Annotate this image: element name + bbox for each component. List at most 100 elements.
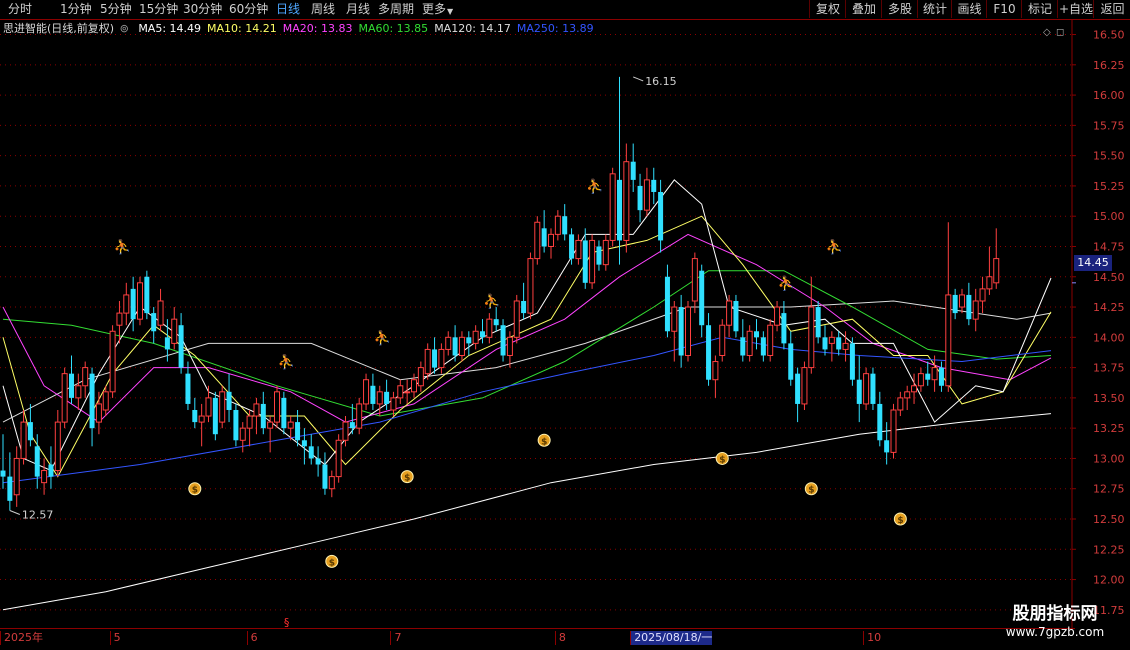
candle-body-down [260, 403, 266, 429]
candle-body-down [596, 246, 602, 265]
candle-body-down [938, 367, 944, 386]
candle-body-up [945, 294, 952, 387]
candle-body-down [637, 185, 643, 211]
candle-body-up [458, 336, 465, 356]
period-tab-9[interactable]: 多周期 [378, 1, 414, 17]
candle-body-up [376, 391, 383, 405]
candle-body-up [274, 391, 280, 423]
toolbar-button-8[interactable]: 返回 [1093, 0, 1130, 18]
period-tab-0[interactable]: 分时 [8, 1, 32, 17]
person-signal-icon: ⛹ [778, 274, 795, 292]
period-tab-10[interactable]: 更多 [422, 1, 446, 17]
candle-body-down [521, 300, 527, 314]
candle-body-up [897, 397, 904, 411]
y-tick-label: 15.00 [1093, 210, 1125, 223]
candle-body-down [27, 422, 33, 441]
period-tab-8[interactable]: 月线 [346, 1, 370, 17]
candle-body-up [911, 385, 918, 393]
candlestick-chart[interactable]: 16.50 16.25 16.00 15.75 15.50 15.25 15.00 14.75… [0, 20, 1130, 628]
candle-body-up [102, 391, 109, 411]
candle-body-up [41, 470, 48, 484]
candle-body-down [699, 270, 705, 326]
period-tab-7[interactable]: 周线 [311, 1, 335, 17]
candle-body-up [609, 173, 616, 241]
candle-body-up [61, 373, 68, 423]
candle-body-down [541, 228, 547, 247]
toolbar-button-6[interactable]: 标记 [1021, 0, 1058, 18]
person-signal-icon: ⛹ [374, 328, 391, 346]
price-annotation: 16.15 [645, 75, 677, 88]
candle-body-down [7, 476, 13, 501]
candle-body-up [287, 421, 294, 429]
candle-body-up [205, 397, 212, 417]
period-tab-5[interactable]: 60分钟 [229, 1, 268, 17]
candle-body-down [178, 325, 184, 368]
candle-body-up [746, 330, 753, 356]
toolbar-button-4[interactable]: 画线 [951, 0, 987, 18]
toolbar-button-1[interactable]: 叠加 [845, 0, 882, 18]
candle-body-up [726, 300, 733, 326]
y-tick-label: 15.25 [1093, 180, 1125, 193]
y-tick-label: 12.50 [1093, 513, 1125, 526]
candle-body-down [452, 337, 458, 356]
period-tab-4[interactable]: 30分钟 [183, 1, 222, 17]
toolbar-button-0[interactable]: 复权 [809, 0, 846, 18]
candle-body-up [842, 342, 849, 350]
money-bag-symbol: $ [808, 486, 814, 496]
candle-body-up [20, 421, 27, 459]
candle-body-up [959, 294, 965, 308]
candle-body-down [952, 294, 958, 314]
candle-body-down [233, 409, 239, 441]
x-axis-label: 7 [390, 631, 401, 645]
candle-body-down [822, 337, 828, 350]
candle-body-down [432, 349, 438, 368]
x-axis-label[interactable]: 2025/08/18/一 [630, 631, 713, 645]
candle-body-up [506, 336, 513, 356]
toolbar-button-3[interactable]: 统计 [917, 0, 952, 18]
toolbar-button-2[interactable]: 多股 [881, 0, 918, 18]
money-bag-symbol: $ [719, 455, 725, 465]
candle-body-down [664, 276, 670, 332]
candle-body-up [801, 367, 808, 405]
x-axis-label: 10 [863, 631, 881, 645]
more-dropdown-icon[interactable]: ▼ [447, 4, 453, 20]
money-bag-symbol: $ [897, 516, 903, 526]
candle-body-down [322, 464, 328, 489]
candle-body-up [390, 397, 397, 411]
candle-body-down [308, 446, 314, 459]
y-tick-label: 12.75 [1093, 483, 1125, 496]
period-tab-3[interactable]: 15分钟 [139, 1, 178, 17]
money-bag-symbol: $ [404, 474, 410, 484]
y-tick-label: 14.25 [1093, 301, 1125, 314]
candle-body-down [301, 440, 307, 447]
person-signal-icon: ⛹ [483, 292, 500, 310]
money-bag-symbol: $ [329, 558, 335, 568]
price-annotation: 12.57 [22, 509, 53, 522]
candle-body-down [281, 397, 287, 429]
y-tick-label: 14.00 [1093, 331, 1125, 344]
candle-body-down [164, 337, 170, 350]
candle-body-up [972, 300, 979, 320]
period-tab-2[interactable]: 5分钟 [100, 1, 132, 17]
candle-body-down [733, 300, 739, 332]
period-tab-1[interactable]: 1分钟 [60, 1, 92, 17]
period-tab-6[interactable]: 日线 [276, 1, 300, 17]
candle-body-down [760, 337, 766, 356]
candle-body-up [691, 258, 698, 302]
watermark-url: www.7gpzb.com [1005, 625, 1105, 639]
y-tick-label: 14.50 [1093, 271, 1125, 284]
candle-body-down [925, 373, 931, 380]
candle-body-up [554, 215, 561, 235]
candle-body-down [349, 422, 355, 429]
period-toolbar: 分时 1分钟 5分钟 15分钟 30分钟 60分钟 日线 周线 月线 多周期 更多 ▼ 复权 叠加 多股 统计… [0, 0, 1130, 20]
candle-body-down [144, 276, 150, 314]
candle-body-up [335, 439, 342, 478]
candle-body-down [815, 307, 821, 338]
candle-body-up [109, 330, 116, 393]
candle-body-up [712, 361, 719, 381]
toolbar-button-7[interactable]: +自选 [1057, 0, 1094, 18]
toolbar-button-5[interactable]: F10 [986, 0, 1022, 18]
y-tick-label: 16.25 [1093, 59, 1125, 72]
y-tick-label: 13.25 [1093, 422, 1125, 435]
candle-body-up [767, 324, 774, 356]
